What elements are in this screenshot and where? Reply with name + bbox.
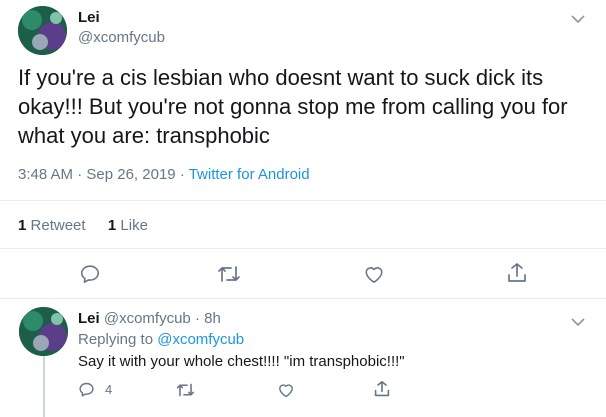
retweet-label: Retweet	[30, 217, 86, 234]
tweet-time[interactable]: 3:48 AM	[18, 166, 73, 183]
reply-author-name[interactable]: Lei	[78, 310, 100, 327]
reply-author-handle[interactable]: @xcomfycub	[104, 310, 191, 327]
retweet-count: 1	[18, 217, 27, 234]
tweet-date[interactable]: Sep 26, 2019	[86, 166, 175, 183]
chevron-down-icon[interactable]	[571, 314, 585, 332]
divider	[0, 298, 606, 299]
tweet-source[interactable]: Twitter for Android	[189, 166, 310, 183]
like-icon[interactable]	[277, 382, 295, 403]
reply-count: 4	[105, 382, 113, 397]
tweet-text: If you're a cis lesbian who doesnt want …	[18, 65, 568, 148]
share-icon[interactable]	[374, 380, 390, 403]
reply-age[interactable]: 8h	[204, 310, 221, 327]
like-label: Like	[120, 217, 148, 234]
divider	[0, 200, 606, 201]
tweet-stats: 1 Retweet 1 Like	[18, 217, 148, 234]
retweet-icon[interactable]	[176, 382, 195, 403]
like-stat[interactable]: 1 Like	[108, 217, 148, 234]
tweet-meta: 3:48 AM · Sep 26, 2019 · Twitter for And…	[18, 166, 310, 183]
reply-icon[interactable]	[79, 263, 101, 290]
retweet-icon[interactable]	[217, 264, 241, 289]
meta-separator: ·	[77, 166, 83, 183]
like-icon[interactable]	[363, 264, 385, 289]
chevron-down-icon[interactable]	[571, 11, 585, 29]
divider	[0, 248, 606, 249]
meta-separator: ·	[194, 310, 200, 327]
author-avatar[interactable]	[18, 6, 67, 55]
reply-header: Lei @xcomfycub · 8h	[78, 310, 221, 327]
reply-author-avatar[interactable]	[19, 307, 68, 356]
retweet-stat[interactable]: 1 Retweet	[18, 217, 86, 234]
reply-text: Say it with your whole chest!!!! "im tra…	[78, 353, 405, 370]
author-name[interactable]: Lei	[78, 9, 100, 26]
reply-icon[interactable]	[78, 381, 95, 403]
author-handle[interactable]: @xcomfycub	[78, 29, 165, 46]
replying-mention[interactable]: @xcomfycub	[157, 331, 244, 348]
like-count: 1	[107, 217, 117, 234]
replying-prefix: Replying to	[78, 331, 154, 348]
meta-separator: ·	[179, 166, 185, 183]
replying-to: Replying to @xcomfycub	[78, 331, 244, 348]
share-icon[interactable]	[507, 262, 527, 289]
thread-line	[43, 356, 45, 417]
